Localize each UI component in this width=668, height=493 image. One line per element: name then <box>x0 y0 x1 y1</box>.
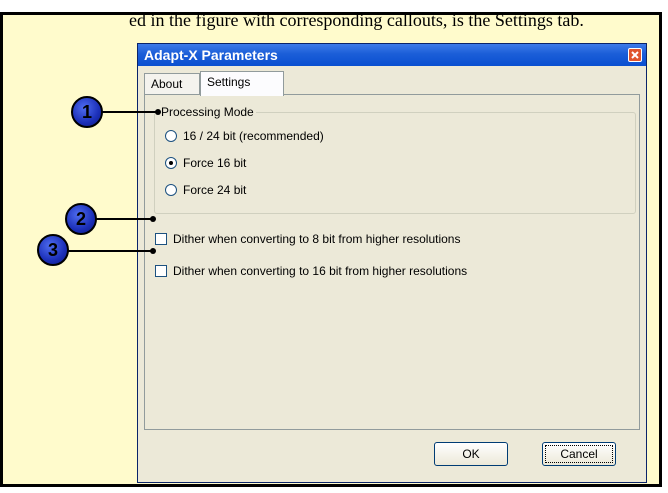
radio-selected-dot <box>169 161 173 165</box>
tab-about[interactable]: About <box>144 73 200 95</box>
dither-16-bit-checkbox[interactable] <box>155 265 167 277</box>
tab-settings[interactable]: Settings <box>200 71 284 96</box>
radio-label: Force 24 bit <box>183 183 247 197</box>
radio-button[interactable] <box>165 184 177 196</box>
processing-mode-legend: Processing Mode <box>159 104 256 120</box>
button-bar: OK Cancel <box>144 430 640 478</box>
callout-badge-3: 3 <box>37 234 69 266</box>
callout-3-line <box>67 250 155 252</box>
callout-3-tip <box>150 248 156 254</box>
callout-1-tip <box>155 109 161 115</box>
adapt-x-parameters-dialog: Adapt-X Parameters About Settings Proces… <box>137 43 647 483</box>
dialog-title: Adapt-X Parameters <box>144 47 278 63</box>
close-button[interactable] <box>628 48 642 62</box>
dither-8-bit-checkbox[interactable] <box>155 233 167 245</box>
checkbox-label: Dither when converting to 8 bit from hig… <box>173 232 461 246</box>
settings-panel: Processing Mode 16 / 24 bit (recommended… <box>144 94 640 430</box>
title-bar[interactable]: Adapt-X Parameters <box>138 44 646 66</box>
radio-label: 16 / 24 bit (recommended) <box>183 129 324 143</box>
ok-button[interactable]: OK <box>434 442 508 466</box>
checkbox-label: Dither when converting to 16 bit from hi… <box>173 264 468 278</box>
figure-frame: ed in the figure with corresponding call… <box>0 10 662 487</box>
callout-2-tip <box>150 216 156 222</box>
processing-mode-group: Processing Mode 16 / 24 bit (recommended… <box>154 104 636 214</box>
tab-strip: About Settings <box>144 71 444 96</box>
callout-1-line <box>101 111 158 113</box>
radio-label: Force 16 bit <box>183 156 247 170</box>
figure-caption: ed in the figure with corresponding call… <box>129 10 584 30</box>
radio-button[interactable] <box>165 130 177 142</box>
radio-button[interactable] <box>165 157 177 169</box>
callout-badge-1: 1 <box>71 96 103 128</box>
callout-2-line <box>95 218 155 220</box>
callout-badge-2: 2 <box>65 203 97 235</box>
close-icon <box>631 51 639 59</box>
cancel-button[interactable]: Cancel <box>542 442 616 466</box>
